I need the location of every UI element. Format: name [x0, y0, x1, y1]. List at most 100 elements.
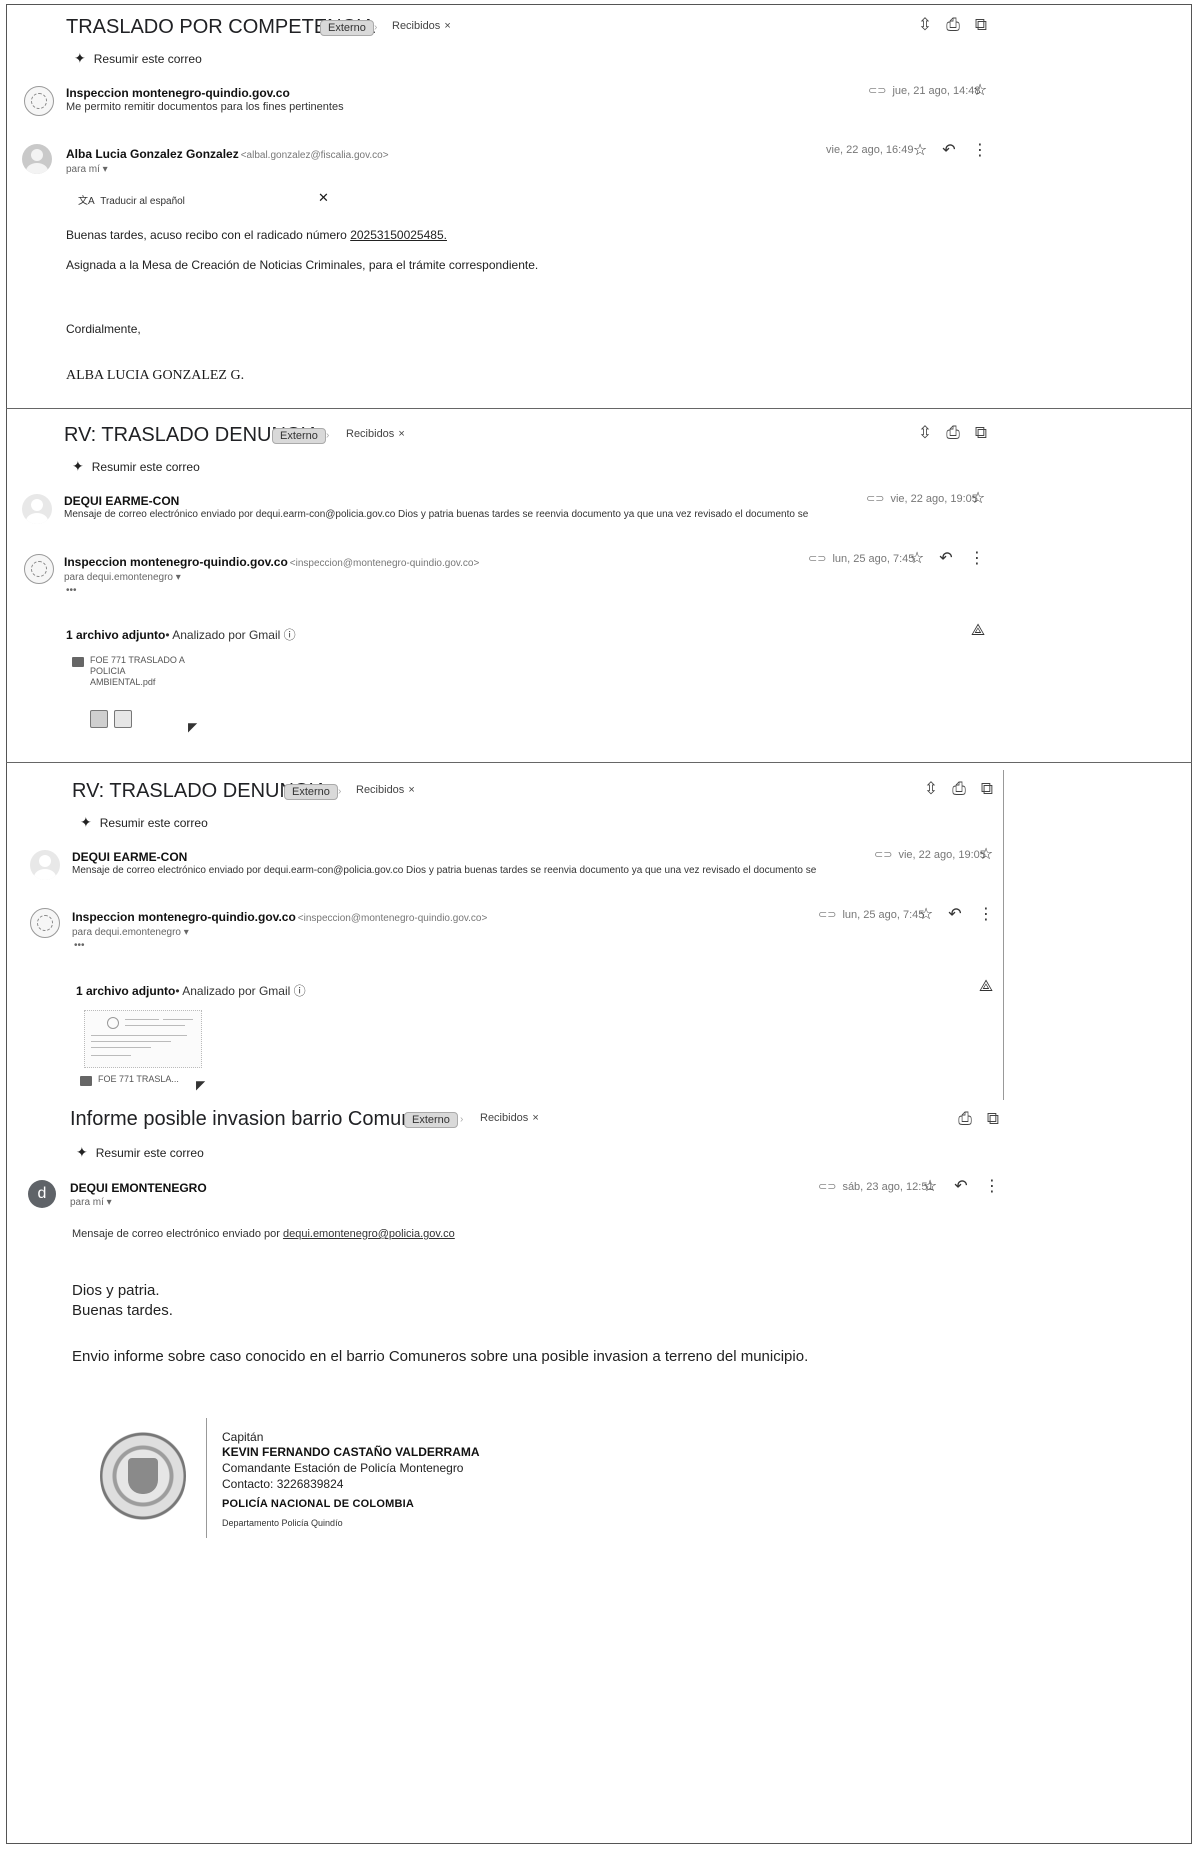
- police-crest-logo: [100, 1428, 186, 1524]
- open-new-window-icon[interactable]: ⧉: [976, 778, 998, 800]
- save-to-drive-button[interactable]: [114, 710, 132, 728]
- print-icon[interactable]: ⎙: [954, 1108, 976, 1130]
- reply-icon[interactable]: ↶: [952, 1176, 970, 1196]
- add-to-drive-icon[interactable]: ⟁: [977, 978, 995, 996]
- remove-label-icon[interactable]: ×: [398, 428, 404, 440]
- more-options-icon[interactable]: ⋮: [971, 140, 989, 160]
- info-icon[interactable]: ⓘ: [294, 984, 306, 998]
- recipient-dropdown[interactable]: para mí ▾: [66, 164, 108, 175]
- more-options-icon[interactable]: ⋮: [977, 904, 995, 924]
- message-snippet[interactable]: Mensaje de correo electrónico enviado po…: [72, 865, 816, 876]
- star-icon[interactable]: ☆: [977, 844, 995, 864]
- external-tag[interactable]: Externo: [404, 1112, 458, 1128]
- star-icon[interactable]: ☆: [969, 488, 987, 508]
- inbox-label[interactable]: Recibidos ×: [392, 20, 451, 32]
- star-icon[interactable]: ☆: [917, 904, 935, 924]
- inbox-label[interactable]: Recibidos ×: [346, 428, 405, 440]
- star-icon[interactable]: ☆: [911, 140, 929, 160]
- external-tag[interactable]: Externo: [320, 20, 374, 36]
- external-tag[interactable]: Externo: [284, 784, 338, 800]
- page-frame: [6, 4, 1192, 1844]
- attachments-header: 1 archivo adjunto• Analizado por Gmail ⓘ: [66, 628, 296, 642]
- expand-all-icon[interactable]: ⇳: [914, 14, 936, 36]
- more-options-icon[interactable]: ⋮: [968, 548, 986, 568]
- attachment-name[interactable]: FOE 771 TRASLADO A POLICIA AMBIENTAL.pdf: [90, 655, 185, 688]
- greeting-line: Dios y patria.: [72, 1282, 160, 1299]
- body-line: Asignada a la Mesa de Creación de Notici…: [66, 258, 539, 272]
- star-icon[interactable]: ☆: [921, 1176, 939, 1196]
- summarize-button[interactable]: ✦ Resumir este correo: [76, 1144, 204, 1161]
- recipient-dropdown[interactable]: para dequi.emontenegro ▾: [72, 927, 189, 938]
- expand-all-icon[interactable]: ⇳: [914, 422, 936, 444]
- open-new-window-icon[interactable]: ⧉: [970, 422, 992, 444]
- external-tag[interactable]: Externo: [272, 428, 326, 444]
- attachment-thumbnail[interactable]: [84, 1010, 202, 1068]
- sender-name[interactable]: DEQUI EARME-CON: [72, 850, 187, 864]
- summarize-button[interactable]: ✦ Resumir este correo: [80, 814, 208, 831]
- radicado-link[interactable]: 20253150025485.: [350, 228, 447, 242]
- reply-icon[interactable]: ↶: [937, 548, 955, 568]
- message-date: ⊂⊃ sáb, 23 ago, 12:51: [818, 1181, 934, 1193]
- sender-name[interactable]: Alba Lucia Gonzalez Gonzalez <albal.gonza…: [66, 147, 389, 161]
- message-date: ⊂⊃ vie, 22 ago, 19:05: [866, 493, 978, 505]
- message-date: ⊂⊃ lun, 25 ago, 7:45: [808, 553, 915, 565]
- sig-role: Comandante Estación de Policía Montenegr…: [222, 1461, 464, 1475]
- attachment-icon: ⊂⊃: [818, 1181, 837, 1193]
- sig-contact: Contacto: 3226839824: [222, 1477, 344, 1491]
- star-icon[interactable]: ☆: [908, 548, 926, 568]
- sender-name[interactable]: Inspeccion montenegro-quindio.gov.co <ins…: [72, 910, 487, 924]
- add-to-drive-icon[interactable]: ⟁: [969, 622, 987, 640]
- reply-icon[interactable]: ↶: [940, 140, 958, 160]
- message-snippet[interactable]: Me permito remitir documentos para los f…: [66, 101, 344, 113]
- open-new-window-icon[interactable]: ⧉: [982, 1108, 1004, 1130]
- summarize-button[interactable]: ✦ Resumir este correo: [72, 458, 200, 475]
- recipient-dropdown[interactable]: para mí ▾: [70, 1197, 112, 1208]
- download-button[interactable]: [90, 710, 108, 728]
- attachment-icon: ⊂⊃: [874, 849, 893, 861]
- cursor-icon: ◤: [196, 1078, 206, 1092]
- expand-all-icon[interactable]: ⇳: [920, 778, 942, 800]
- message-date: ⊂⊃ vie, 22 ago, 19:05: [874, 849, 986, 861]
- close-icon[interactable]: ✕: [318, 190, 329, 206]
- show-trimmed-content[interactable]: •••: [74, 940, 85, 951]
- message-date: ⊂⊃ jue, 21 ago, 14:48: [868, 85, 981, 97]
- label-chevron-icon: ›: [374, 22, 378, 33]
- sender-name[interactable]: DEQUI EMONTENEGRO: [70, 1181, 207, 1195]
- sparkle-icon: ✦: [74, 50, 86, 66]
- message-snippet[interactable]: Mensaje de correo electrónico enviado po…: [64, 509, 808, 520]
- sender-email-link[interactable]: dequi.emontenegro@policia.gov.co: [283, 1228, 455, 1240]
- more-options-icon[interactable]: ⋮: [983, 1176, 1001, 1196]
- sender-avatar: d: [28, 1180, 56, 1208]
- label-chevron-icon: ›: [460, 1114, 464, 1125]
- info-icon[interactable]: ⓘ: [284, 628, 296, 642]
- remove-label-icon[interactable]: ×: [532, 1112, 538, 1124]
- sender-name[interactable]: Inspeccion montenegro-quindio.gov.co: [66, 86, 290, 100]
- remove-label-icon[interactable]: ×: [444, 20, 450, 32]
- thread-divider: [6, 762, 1192, 763]
- sender-name[interactable]: Inspeccion montenegro-quindio.gov.co <ins…: [64, 555, 479, 569]
- print-icon[interactable]: ⎙: [948, 778, 970, 800]
- greeting-line: Buenas tardes.: [72, 1302, 173, 1319]
- attachment-icon: ⊂⊃: [866, 493, 885, 505]
- pdf-icon: [80, 1076, 92, 1086]
- recipient-dropdown[interactable]: para dequi.emontenegro ▾: [64, 572, 181, 583]
- remove-label-icon[interactable]: ×: [408, 784, 414, 796]
- message-date: vie, 22 ago, 16:49: [826, 144, 914, 156]
- translate-bar[interactable]: 文A Traducir al español: [78, 192, 185, 207]
- attachment-name[interactable]: FOE 771 TRASLA...: [98, 1074, 179, 1085]
- scrollbar[interactable]: [1003, 770, 1004, 1100]
- summarize-button[interactable]: ✦ Resumir este correo: [74, 50, 202, 67]
- print-icon[interactable]: ⎙: [942, 14, 964, 36]
- open-new-window-icon[interactable]: ⧉: [970, 14, 992, 36]
- sender-name[interactable]: DEQUI EARME-CON: [64, 494, 179, 508]
- reply-icon[interactable]: ↶: [946, 904, 964, 924]
- star-icon[interactable]: ☆: [971, 80, 989, 100]
- pdf-icon: [72, 657, 84, 667]
- translate-icon: 文A: [78, 196, 95, 207]
- attachment-icon: ⊂⊃: [808, 553, 827, 565]
- signature: ALBA LUCIA GONZALEZ G.: [66, 368, 245, 383]
- print-icon[interactable]: ⎙: [942, 422, 964, 444]
- show-trimmed-content[interactable]: •••: [66, 585, 77, 596]
- inbox-label[interactable]: Recibidos ×: [480, 1112, 539, 1124]
- inbox-label[interactable]: Recibidos ×: [356, 784, 415, 796]
